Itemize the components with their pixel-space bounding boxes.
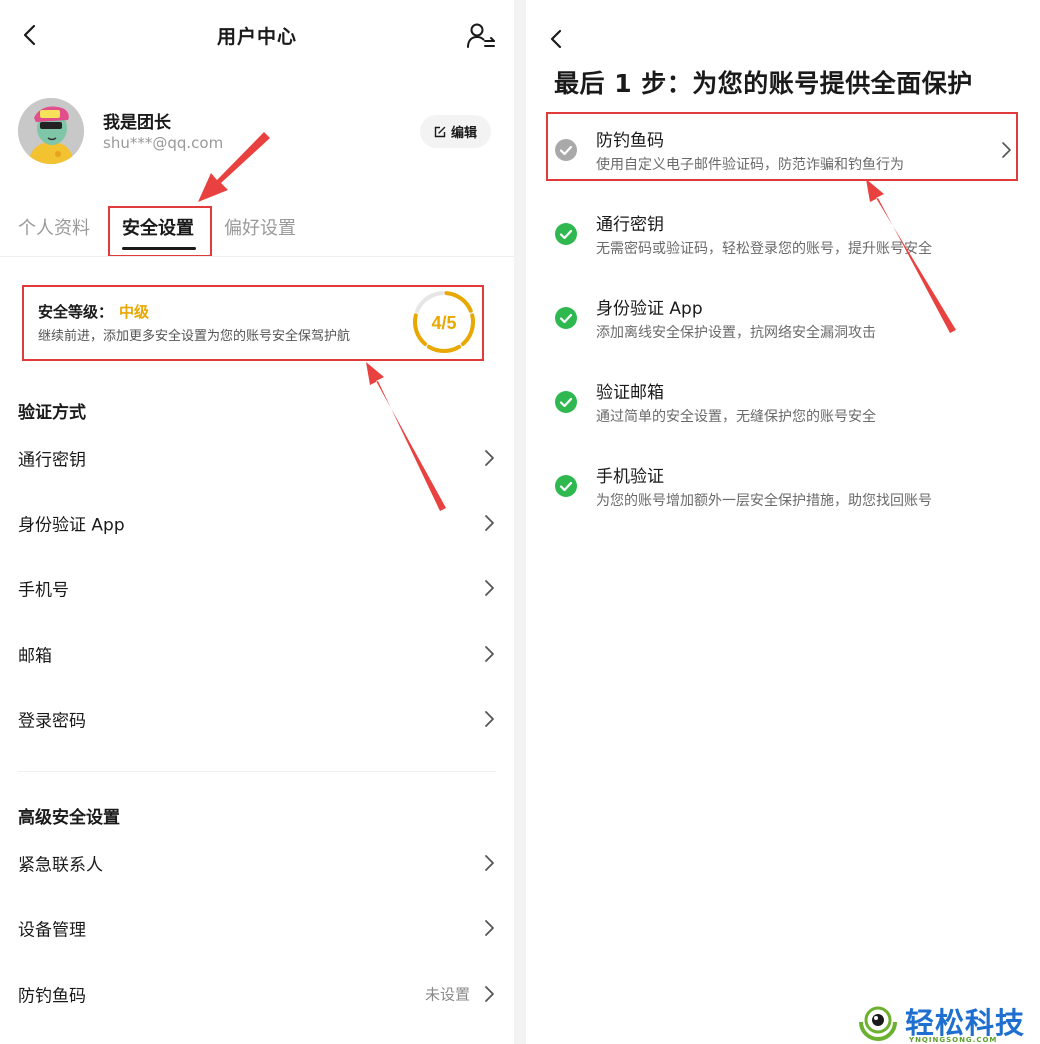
chevron-right-icon <box>485 515 494 531</box>
row-label: 设备管理 <box>18 920 86 941</box>
chevron-right-icon <box>485 920 494 936</box>
row-label: 防钓鱼码 <box>18 986 86 1007</box>
step-phone-verification[interactable]: 手机验证 为您的账号增加额外一层安全保护措施，助您找回账号 <box>526 450 1040 522</box>
profile-name: 我是团长 <box>103 113 171 133</box>
nft-avatar-icon <box>18 98 84 164</box>
row-label: 紧急联系人 <box>18 855 103 876</box>
chevron-right-icon <box>485 855 494 871</box>
row-emergency-contact[interactable]: 紧急联系人 <box>0 833 514 893</box>
done-check-icon <box>555 223 577 245</box>
step-title: 身份验证 App <box>596 299 703 319</box>
step-title: 通行密钥 <box>596 215 664 235</box>
verification-section-title: 验证方式 <box>18 403 86 423</box>
step-authenticator-app[interactable]: 身份验证 App 添加离线安全保护设置，抗网络安全漏洞攻击 <box>526 282 1040 354</box>
row-anti-phishing-code[interactable]: 防钓鱼码 未设置 <box>0 964 514 1024</box>
watermark-logo-icon <box>859 1006 897 1041</box>
watermark-domain: YNQINGSONG.COM <box>909 1036 998 1044</box>
row-label: 邮箱 <box>18 646 52 667</box>
annotation-box-step <box>546 112 1018 181</box>
advanced-section-title: 高级安全设置 <box>18 808 120 828</box>
row-label: 登录密码 <box>18 711 86 732</box>
protection-steps-panel: 最后 1 步：为您的账号提供全面保护 防钓鱼码 使用自定义电子邮件验证码，防范诈… <box>526 0 1040 1044</box>
done-check-icon <box>555 307 577 329</box>
page-title: 最后 1 步：为您的账号提供全面保护 <box>554 69 973 98</box>
row-label: 身份验证 App <box>18 515 125 536</box>
section-divider <box>18 771 496 772</box>
tab-profile[interactable]: 个人资料 <box>18 214 90 240</box>
watermark-logo: 轻松科技 YNQINGSONG.COM <box>855 1000 1040 1044</box>
row-label: 手机号 <box>18 580 69 601</box>
row-label: 通行密钥 <box>18 450 86 471</box>
chevron-right-icon <box>485 580 494 596</box>
step-title: 手机验证 <box>596 467 664 487</box>
chevron-right-icon <box>485 711 494 727</box>
step-description: 无需密码或验证码，轻松登录您的账号，提升账号安全 <box>596 241 932 257</box>
row-authenticator-app[interactable]: 身份验证 App <box>0 493 514 553</box>
step-verify-email[interactable]: 验证邮箱 通过简单的安全设置，无缝保护您的账号安全 <box>526 366 1040 438</box>
chevron-right-icon <box>485 450 494 466</box>
profile-email: shu***@qq.com <box>103 134 224 152</box>
row-phone[interactable]: 手机号 <box>0 558 514 618</box>
step-description: 添加离线安全保护设置，抗网络安全漏洞攻击 <box>596 325 876 341</box>
edit-icon <box>434 126 446 137</box>
avatar[interactable] <box>18 98 84 164</box>
row-email[interactable]: 邮箱 <box>0 624 514 684</box>
tab-preferences[interactable]: 偏好设置 <box>224 214 296 240</box>
row-login-password[interactable]: 登录密码 <box>0 689 514 749</box>
row-status-value: 未设置 <box>424 985 470 1004</box>
step-description: 通过简单的安全设置，无缝保护您的账号安全 <box>596 409 876 425</box>
row-passkey[interactable]: 通行密钥 <box>0 428 514 488</box>
chevron-right-icon <box>485 646 494 662</box>
back-arrow-icon[interactable] <box>546 26 568 52</box>
page-title: 用户中心 <box>216 26 297 48</box>
done-check-icon <box>555 391 577 413</box>
annotation-box-tab <box>108 206 212 257</box>
edit-label: 编辑 <box>450 126 477 141</box>
row-device-management[interactable]: 设备管理 <box>0 898 514 958</box>
done-check-icon <box>555 475 577 497</box>
tabs-divider <box>0 256 514 257</box>
user-center-panel: 用户中心 我是团长 shu***@qq.com 编辑 个人资料 安全设置 偏好设… <box>0 0 514 1044</box>
step-title: 验证邮箱 <box>596 383 664 403</box>
step-description: 为您的账号增加额外一层安全保护措施，助您找回账号 <box>596 493 932 509</box>
panel-gutter <box>514 0 526 1044</box>
switch-account-icon[interactable] <box>466 22 496 50</box>
step-passkey[interactable]: 通行密钥 无需密码或验证码，轻松登录您的账号，提升账号安全 <box>526 198 1040 270</box>
annotation-box-security-card <box>22 285 484 361</box>
edit-profile-button[interactable]: 编辑 <box>420 115 491 148</box>
chevron-right-icon <box>485 986 494 1002</box>
